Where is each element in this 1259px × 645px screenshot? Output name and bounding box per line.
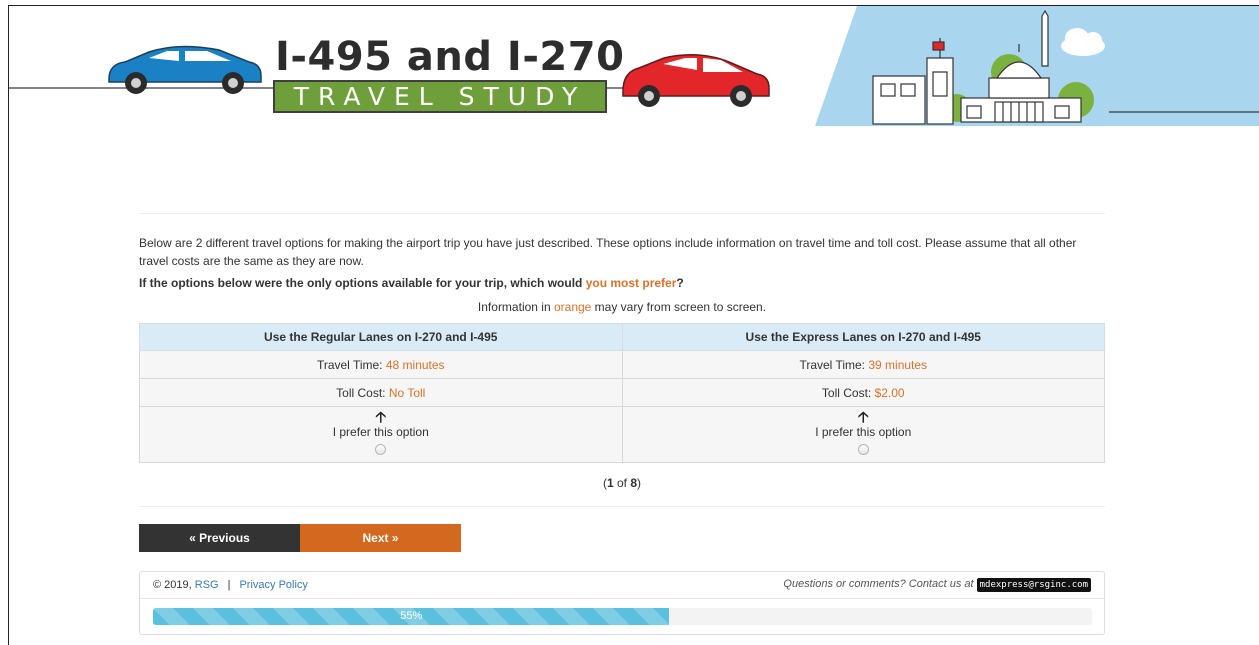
toll-cost-label: Toll Cost: [821, 385, 875, 400]
toll-cost-cell-express: Toll Cost: $2.00 [621, 378, 1105, 407]
prefer-radio-express[interactable] [857, 444, 869, 455]
question-counter: (1 of 8) [139, 476, 1105, 490]
intro-text: Below are 2 different travel options for… [139, 236, 1077, 268]
travel-time-value: 39 minutes [868, 357, 928, 372]
rsg-link[interactable]: RSG [195, 579, 219, 591]
toll-cost-row: Toll Cost: No Toll Toll Cost: $2.00 [139, 378, 1105, 407]
counter-close: ) [637, 476, 642, 490]
options-table: Use the Regular Lanes on I-270 and I-495… [139, 323, 1105, 463]
question-text: If the options below were the only optio… [139, 276, 1105, 290]
banner-artwork [9, 6, 1259, 126]
orange-info-note: Information in orange may vary from scre… [139, 300, 1105, 314]
preference-row: 🡡 I prefer this option 🡡 I prefer this o… [139, 406, 1105, 463]
contact-email[interactable]: mdexpress@rsginc.com [976, 578, 1091, 592]
toll-cost-cell-regular: Toll Cost: No Toll [139, 378, 623, 407]
page-frame: I-495 and I-270 TRAVEL STUDY Below are 2… [8, 5, 1259, 645]
next-button[interactable]: Next » [300, 524, 461, 552]
monument-icon [1041, 9, 1049, 67]
travel-time-cell-regular: Travel Time: 48 minutes [139, 350, 623, 379]
note-suffix: may vary from screen to screen. [591, 300, 767, 314]
progress-fill: 55% [153, 608, 670, 625]
divider [139, 213, 1105, 214]
prefer-label: I prefer this option [815, 425, 912, 439]
study-banner: I-495 and I-270 TRAVEL STUDY [9, 6, 1259, 131]
toll-cost-value: $2.00 [874, 385, 905, 400]
travel-time-label: Travel Time: [316, 357, 386, 372]
copyright-text: © 2019, [153, 579, 195, 591]
footer-row: © 2019, RSG | Privacy Policy Questions or … [140, 572, 1104, 599]
copyright: © 2019, RSG | Privacy Policy [153, 579, 308, 591]
prefer-label: I prefer this option [332, 425, 429, 439]
previous-button[interactable]: « Previous [139, 524, 300, 552]
footer-panel: © 2019, RSG | Privacy Policy Questions or … [139, 571, 1105, 635]
travel-time-value: 48 minutes [385, 357, 445, 372]
counter-of: of [613, 476, 631, 490]
divider [139, 506, 1105, 507]
contact-info: Questions or comments? Contact us at mde… [783, 578, 1091, 592]
blue-car-icon [108, 45, 262, 94]
footer-separator: | [227, 579, 231, 591]
option-header-express: Use the Express Lanes on I-270 and I-495 [621, 323, 1105, 351]
toll-cost-label: Toll Cost: [336, 385, 389, 400]
study-title: I-495 and I-270 [275, 34, 625, 80]
question-prefix: If the options below were the only optio… [139, 276, 586, 290]
counter-current: 1 [606, 476, 614, 490]
question-highlight: you most prefer [585, 276, 677, 290]
option-header-regular: Use the Regular Lanes on I-270 and I-495 [139, 323, 623, 351]
contact-text: Questions or comments? Contact us at [783, 578, 977, 590]
note-prefix: Information in [477, 300, 554, 314]
question-suffix: ? [676, 276, 684, 290]
progress-bar: 55% [153, 608, 1092, 625]
privacy-policy-link[interactable]: Privacy Policy [239, 579, 307, 591]
study-subtitle: TRAVEL STUDY [273, 80, 607, 113]
toll-cost-value: No Toll [388, 385, 426, 400]
travel-time-row: Travel Time: 48 minutes Travel Time: 39 … [139, 350, 1105, 379]
prefer-radio-regular[interactable] [375, 444, 387, 455]
note-highlight: orange [553, 300, 592, 314]
up-arrow-icon: 🡡 [375, 409, 387, 426]
red-car-icon [622, 54, 770, 107]
prefer-cell-express[interactable]: 🡡 I prefer this option [621, 406, 1105, 463]
prefer-cell-regular[interactable]: 🡡 I prefer this option [139, 406, 623, 463]
travel-time-cell-express: Travel Time: 39 minutes [621, 350, 1105, 379]
options-header-row: Use the Regular Lanes on I-270 and I-495… [139, 323, 1105, 351]
up-arrow-icon: 🡡 [857, 409, 869, 426]
travel-time-label: Travel Time: [799, 357, 869, 372]
